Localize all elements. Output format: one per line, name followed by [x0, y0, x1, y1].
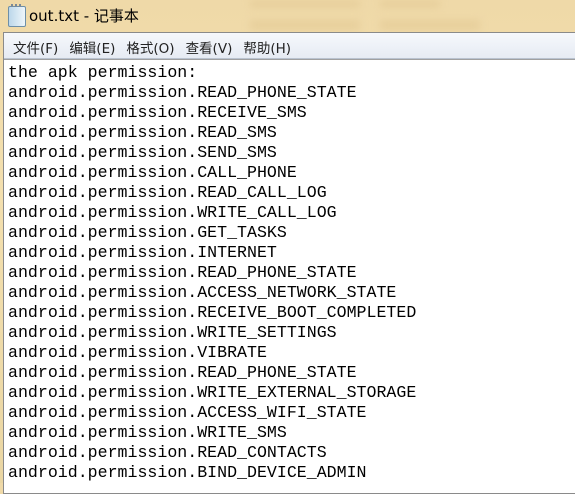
text-line: android.permission.VIBRATE: [8, 343, 267, 362]
menu-edit[interactable]: 编辑(E): [64, 33, 120, 57]
text-line: android.permission.RECEIVE_SMS: [8, 103, 307, 122]
text-line: android.permission.BIND_DEVICE_ADMIN: [8, 463, 367, 482]
notepad-icon: [8, 4, 26, 27]
text-line: android.permission.WRITE_SETTINGS: [8, 323, 337, 342]
window-title: out.txt - 记事本: [29, 7, 139, 25]
menu-file[interactable]: 文件(F): [8, 33, 63, 57]
text-line: the apk permission:: [8, 63, 198, 82]
text-line: android.permission.ACCESS_WIFI_STATE: [8, 403, 367, 422]
text-editor[interactable]: the apk permission: android.permission.RE…: [4, 59, 575, 493]
text-line: android.permission.READ_PHONE_STATE: [8, 83, 357, 102]
menu-format[interactable]: 格式(O): [121, 33, 179, 57]
text-line: android.permission.READ_SMS: [8, 123, 277, 142]
text-line: android.permission.SEND_SMS: [8, 143, 277, 162]
text-line: android.permission.WRITE_SMS: [8, 423, 287, 442]
text-line: android.permission.ACCESS_NETWORK_STATE: [8, 283, 397, 302]
text-line: android.permission.GET_TASKS: [8, 223, 287, 242]
text-line: android.permission.WRITE_CALL_LOG: [8, 203, 337, 222]
text-line: android.permission.READ_CONTACTS: [8, 443, 327, 462]
text-line: android.permission.READ_PHONE_STATE: [8, 363, 357, 382]
text-line: android.permission.CALL_PHONE: [8, 163, 297, 182]
notepad-window: 文件(F) 编辑(E) 格式(O) 查看(V) 帮助(H) the apk permis…: [3, 32, 575, 494]
text-line: android.permission.READ_CALL_LOG: [8, 183, 327, 202]
menu-bar: 文件(F) 编辑(E) 格式(O) 查看(V) 帮助(H): [4, 33, 575, 59]
text-line: android.permission.WRITE_EXTERNAL_STORAG…: [8, 383, 417, 402]
menu-view[interactable]: 查看(V): [181, 33, 238, 57]
text-line: android.permission.INTERNET: [8, 243, 277, 262]
title-bar[interactable]: out.txt - 记事本: [0, 0, 575, 32]
menu-help[interactable]: 帮助(H): [238, 33, 296, 57]
text-line: android.permission.RECEIVE_BOOT_COMPLETE…: [8, 303, 417, 322]
text-line: android.permission.READ_PHONE_STATE: [8, 263, 357, 282]
